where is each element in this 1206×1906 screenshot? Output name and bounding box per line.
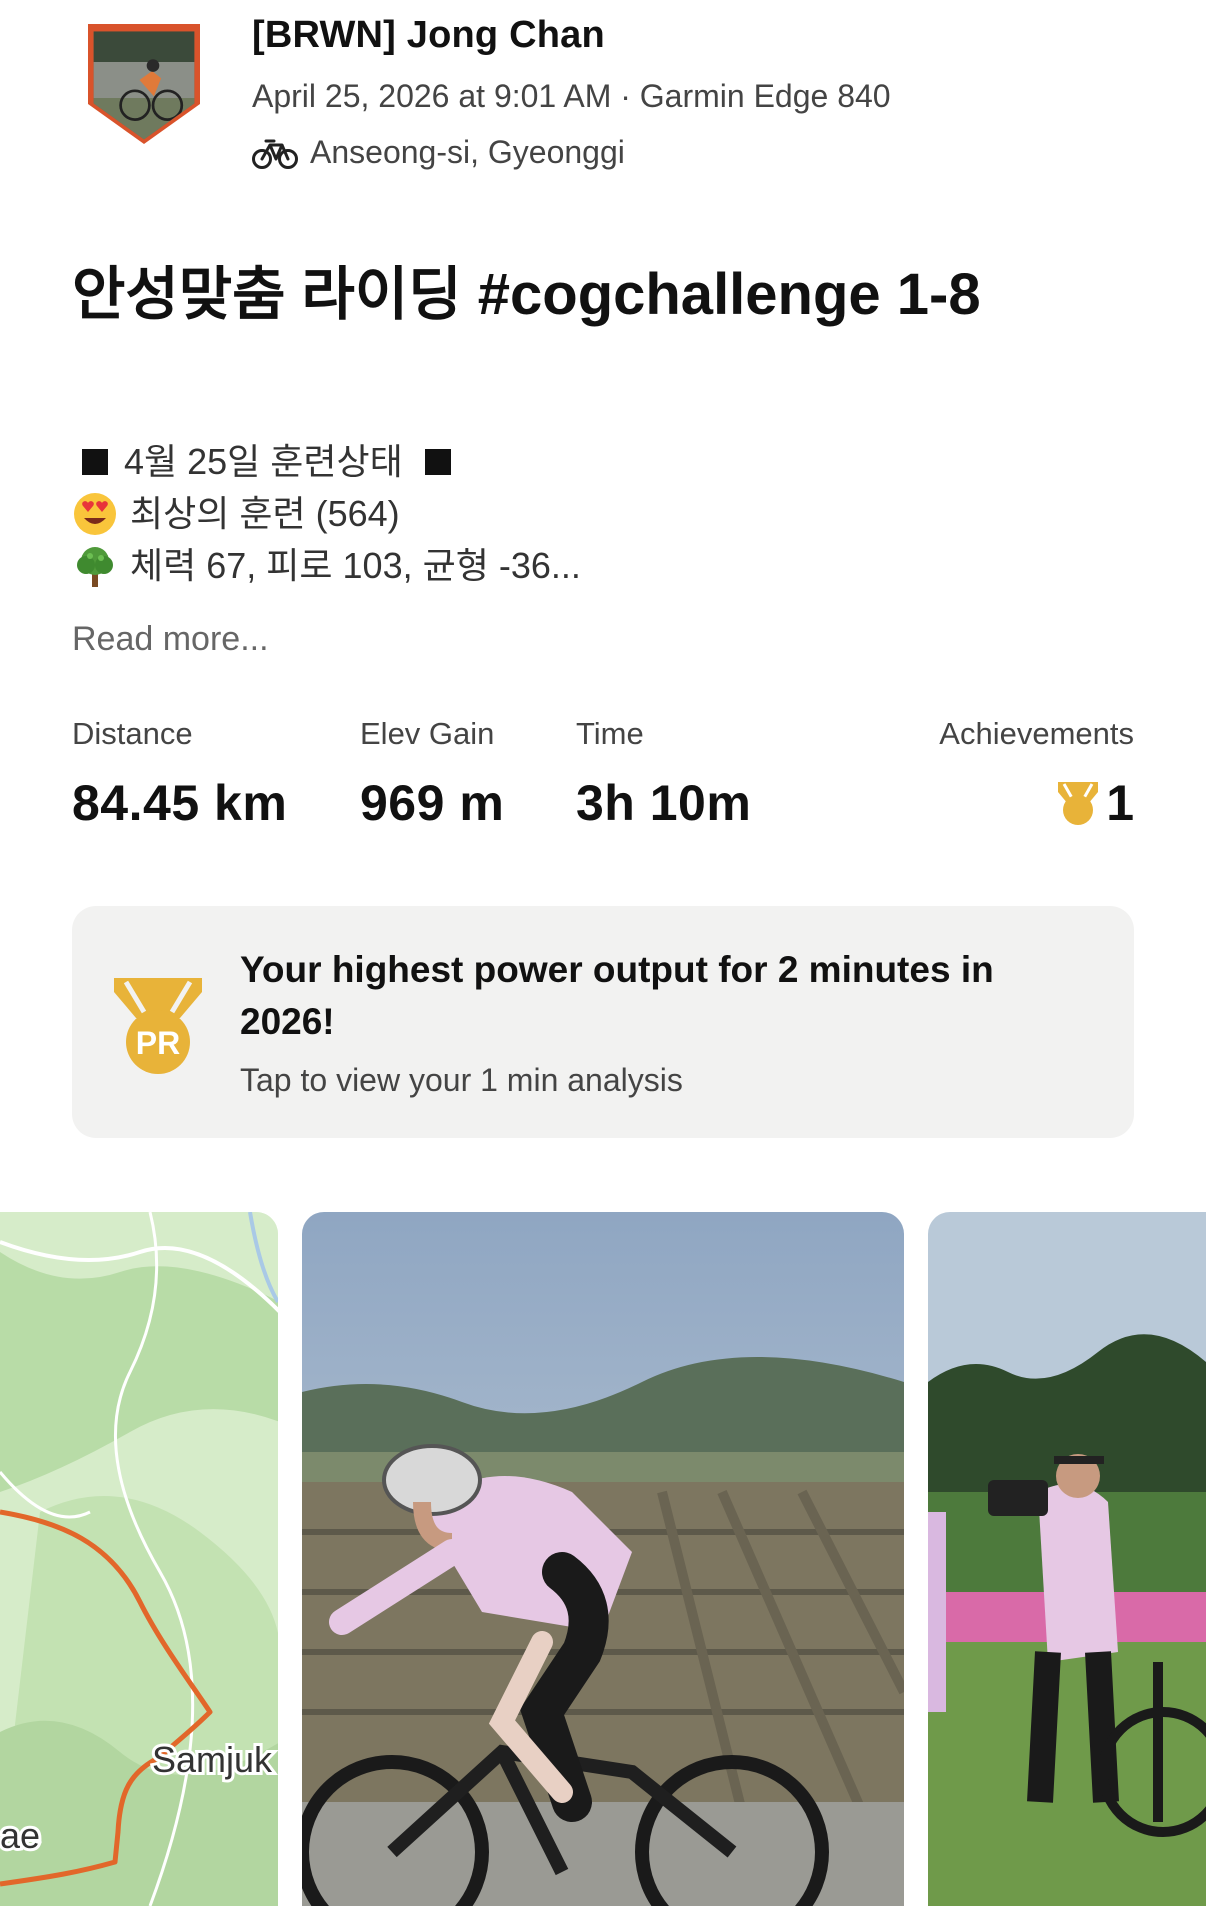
description-text: 체력 67, 피로 103, 균형 -36... bbox=[130, 545, 581, 586]
stat-distance: Distance 84.45 km bbox=[72, 716, 287, 832]
bike-icon bbox=[252, 139, 298, 169]
stat-label: Distance bbox=[72, 716, 193, 751]
pr-card[interactable]: PR Your highest power output for 2 minut… bbox=[72, 906, 1134, 1138]
athlete-avatar[interactable] bbox=[84, 18, 204, 148]
pr-subtitle: Tap to view your 1 min analysis bbox=[240, 1062, 683, 1098]
black-square-icon bbox=[82, 449, 108, 475]
stat-achievements[interactable]: Achievements 1 bbox=[939, 716, 1134, 832]
achievements-value: 1 bbox=[1106, 775, 1134, 831]
activity-photo[interactable] bbox=[928, 1212, 1206, 1906]
location-row: Anseong-si, Gyeonggi bbox=[252, 134, 625, 171]
stat-elevation: Elev Gain 969 m bbox=[360, 716, 504, 832]
stat-label: Elev Gain bbox=[360, 716, 495, 751]
achievements-count: 1 bbox=[939, 774, 1134, 832]
activity-location: Anseong-si, Gyeonggi bbox=[310, 134, 625, 170]
stat-value: 969 m bbox=[360, 775, 505, 831]
route-map[interactable]: Samjuk ae bbox=[0, 1212, 278, 1906]
map-label: ae bbox=[0, 1815, 40, 1856]
description-line: 최상의 훈련 (564) bbox=[72, 488, 581, 540]
tree-emoji-icon bbox=[77, 547, 113, 587]
stat-label: Time bbox=[576, 716, 644, 751]
pr-medal-icon: PR bbox=[114, 978, 202, 1074]
description-line: 체력 67, 피로 103, 균형 -36... bbox=[72, 540, 581, 592]
description-line: 4월 25일 훈련상태 bbox=[72, 436, 581, 488]
pr-title: Your highest power output for 2 minutes … bbox=[240, 949, 994, 1042]
activity-title[interactable]: 안성맞춤 라이딩 #cogchallenge 1-8 bbox=[72, 254, 1132, 336]
activity-meta: April 25, 2026 at 9:01 AM · Garmin Edge … bbox=[252, 78, 891, 114]
black-square-icon bbox=[424, 449, 451, 475]
trophy-icon bbox=[1058, 782, 1099, 825]
activity-photo[interactable] bbox=[302, 1212, 904, 1906]
description-text: 최상의 훈련 (564) bbox=[130, 493, 400, 534]
athlete-name[interactable]: [BRWN] Jong Chan bbox=[252, 14, 605, 57]
description-text: 4월 25일 훈련상태 bbox=[124, 441, 403, 482]
stat-time: Time 3h 10m bbox=[576, 716, 751, 832]
read-more-link[interactable]: Read more... bbox=[72, 620, 269, 659]
map-label: Samjuk bbox=[152, 1739, 273, 1780]
heart-eyes-emoji-icon bbox=[74, 493, 116, 535]
stat-value: 84.45 km bbox=[72, 775, 288, 831]
activity-description[interactable]: 4월 25일 훈련상태 최상의 훈련 (564) 체력 67, 피로 103, … bbox=[72, 436, 581, 592]
svg-text:PR: PR bbox=[136, 1025, 180, 1061]
stat-label: Achievements bbox=[939, 716, 1134, 751]
stat-value: 3h 10m bbox=[576, 775, 752, 831]
